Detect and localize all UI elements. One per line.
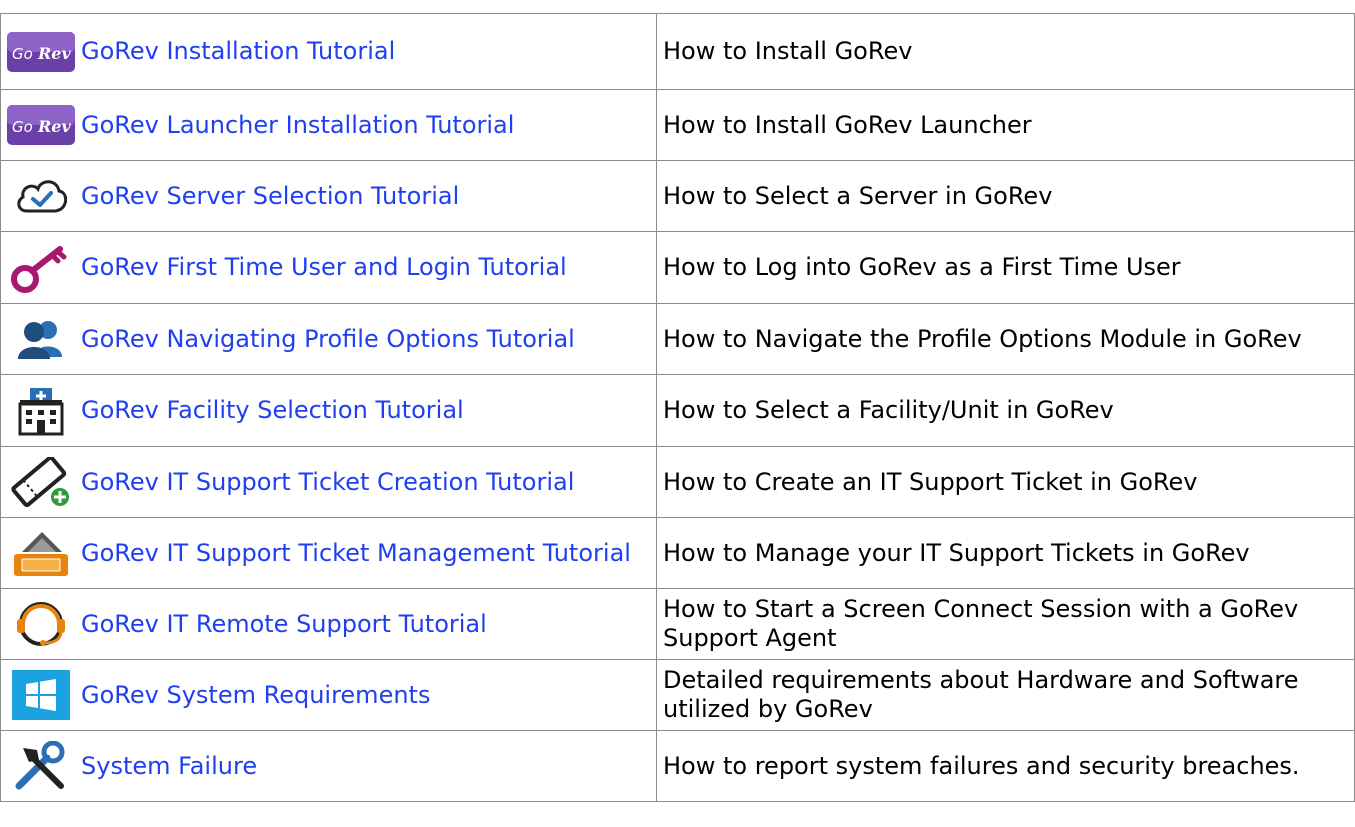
tutorial-link[interactable]: GoRev First Time User and Login Tutorial [81,253,567,281]
tutorial-description: Detailed requirements about Hardware and… [656,659,1355,731]
table-row: Go Rev GoRev Installation Tutorial How t… [0,13,1355,90]
gorev-logo-icon: Go Rev [3,100,79,150]
tutorial-link[interactable]: GoRev IT Support Ticket Management Tutor… [81,539,631,567]
table-row: GoRev Server Selection Tutorial How to S… [0,160,1355,232]
svg-text:Go: Go [12,45,33,63]
hospital-icon [3,386,79,436]
table-row: GoRev IT Support Ticket Management Tutor… [0,517,1355,589]
tutorial-description: How to Create an IT Support Ticket in Go… [656,446,1355,518]
table-row: GoRev Navigating Profile Options Tutoria… [0,303,1355,375]
table-row: GoRev Facility Selection Tutorial How to… [0,374,1355,447]
tutorial-link[interactable]: System Failure [81,752,257,780]
table-row: Go Rev GoRev Launcher Installation Tutor… [0,89,1355,161]
tutorial-link[interactable]: GoRev IT Support Ticket Creation Tutoria… [81,468,574,496]
tutorial-description: How to Install GoRev [656,13,1355,90]
tutorial-description: How to Select a Server in GoRev [656,160,1355,232]
tutorial-description: How to Start a Screen Connect Session wi… [656,588,1355,660]
tutorial-link[interactable]: GoRev IT Remote Support Tutorial [81,610,487,638]
tutorial-description: How to Install GoRev Launcher [656,89,1355,161]
svg-text:Rev: Rev [37,44,71,63]
windows-icon [3,670,79,720]
tutorial-link[interactable]: GoRev System Requirements [81,681,430,709]
tutorial-link[interactable]: GoRev Facility Selection Tutorial [81,396,464,424]
tutorial-description: How to Log into GoRev as a First Time Us… [656,231,1355,304]
ticket-add-icon [3,457,79,507]
key-icon [3,243,79,293]
users-icon [3,314,79,364]
tutorial-link[interactable]: GoRev Navigating Profile Options Tutoria… [81,325,575,353]
gorev-logo-icon: Go Rev [3,27,79,77]
tutorial-description: How to Navigate the Profile Options Modu… [656,303,1355,375]
table-row: GoRev System Requirements Detailed requi… [0,659,1355,731]
tutorials-table: Go Rev GoRev Installation Tutorial How t… [0,13,1355,802]
tutorial-link[interactable]: GoRev Installation Tutorial [81,37,395,65]
tools-icon [3,741,79,791]
table-row: GoRev IT Support Ticket Creation Tutoria… [0,446,1355,518]
table-row: GoRev First Time User and Login Tutorial… [0,231,1355,304]
svg-text:Go: Go [12,118,33,136]
tutorial-link[interactable]: GoRev Server Selection Tutorial [81,182,459,210]
svg-text:Rev: Rev [37,117,71,136]
ticket-stack-icon [3,528,79,578]
table-row: System Failure How to report system fail… [0,730,1355,802]
tutorial-link[interactable]: GoRev Launcher Installation Tutorial [81,111,514,139]
tutorial-description: How to report system failures and securi… [656,730,1355,802]
headset-icon [3,599,79,649]
table-row: GoRev IT Remote Support Tutorial How to … [0,588,1355,660]
tutorial-description: How to Select a Facility/Unit in GoRev [656,374,1355,447]
cloud-check-icon [3,171,79,221]
tutorial-description: How to Manage your IT Support Tickets in… [656,517,1355,589]
